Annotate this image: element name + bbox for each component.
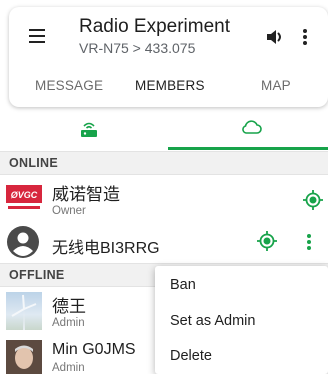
app-screen: Radio Experiment VR-N75 > 433.075 MESSAG… bbox=[0, 0, 328, 374]
section-online: ONLINE bbox=[0, 151, 328, 175]
tab-cloud[interactable] bbox=[168, 108, 328, 150]
cloud-icon bbox=[242, 120, 262, 134]
member-name: 威诺智造 bbox=[52, 185, 120, 204]
member-name: 德王 bbox=[52, 297, 86, 316]
tab-message[interactable]: MESSAGE bbox=[35, 69, 103, 103]
channel-subtitle: VR-N75 > 433.075 bbox=[79, 40, 196, 56]
menu-item-ban[interactable]: Ban bbox=[170, 277, 196, 293]
tab-members[interactable]: MEMBERS bbox=[135, 69, 205, 103]
member-role: Owner bbox=[52, 205, 86, 217]
wind-turbine-photo bbox=[6, 292, 42, 330]
volume-icon[interactable] bbox=[265, 28, 287, 46]
hamburger-menu-icon[interactable] bbox=[29, 29, 45, 43]
member-context-menu: Ban Set as Admin Delete bbox=[155, 266, 328, 374]
member-name: Min G0JMS bbox=[52, 341, 136, 358]
person-photo bbox=[6, 340, 42, 374]
tab-local-radio[interactable] bbox=[8, 108, 172, 150]
member-role: Admin bbox=[52, 317, 85, 329]
section-offline-label: OFFLINE bbox=[9, 268, 65, 282]
menu-item-set-admin[interactable]: Set as Admin bbox=[170, 313, 255, 329]
title-bar: Radio Experiment VR-N75 > 433.075 bbox=[9, 7, 328, 65]
tab-map[interactable]: MAP bbox=[261, 69, 291, 103]
list-item[interactable]: ØVGC 威诺智造 Owner bbox=[0, 176, 328, 224]
menu-item-delete[interactable]: Delete bbox=[170, 348, 212, 364]
default-person-icon bbox=[6, 225, 40, 259]
svg-text:ØVGC: ØVGC bbox=[11, 190, 38, 200]
location-icon[interactable] bbox=[302, 189, 324, 211]
more-vertical-icon[interactable] bbox=[299, 28, 309, 46]
header-card: Radio Experiment VR-N75 > 433.075 MESSAG… bbox=[9, 7, 328, 107]
active-tab-indicator bbox=[168, 147, 328, 150]
channel-title: Radio Experiment bbox=[79, 16, 231, 37]
location-icon[interactable] bbox=[256, 230, 278, 252]
member-name: 无线电BI3RRG bbox=[52, 240, 160, 257]
router-icon bbox=[81, 122, 97, 137]
member-role: Admin bbox=[52, 362, 85, 374]
vgc-logo: ØVGC bbox=[6, 181, 42, 215]
section-online-label: ONLINE bbox=[9, 156, 59, 170]
member-source-tabs bbox=[0, 108, 328, 150]
list-item[interactable]: 无线电BI3RRG bbox=[0, 225, 328, 263]
main-tabs: MESSAGE MEMBERS MAP bbox=[9, 69, 328, 103]
more-vertical-icon[interactable] bbox=[304, 232, 314, 252]
